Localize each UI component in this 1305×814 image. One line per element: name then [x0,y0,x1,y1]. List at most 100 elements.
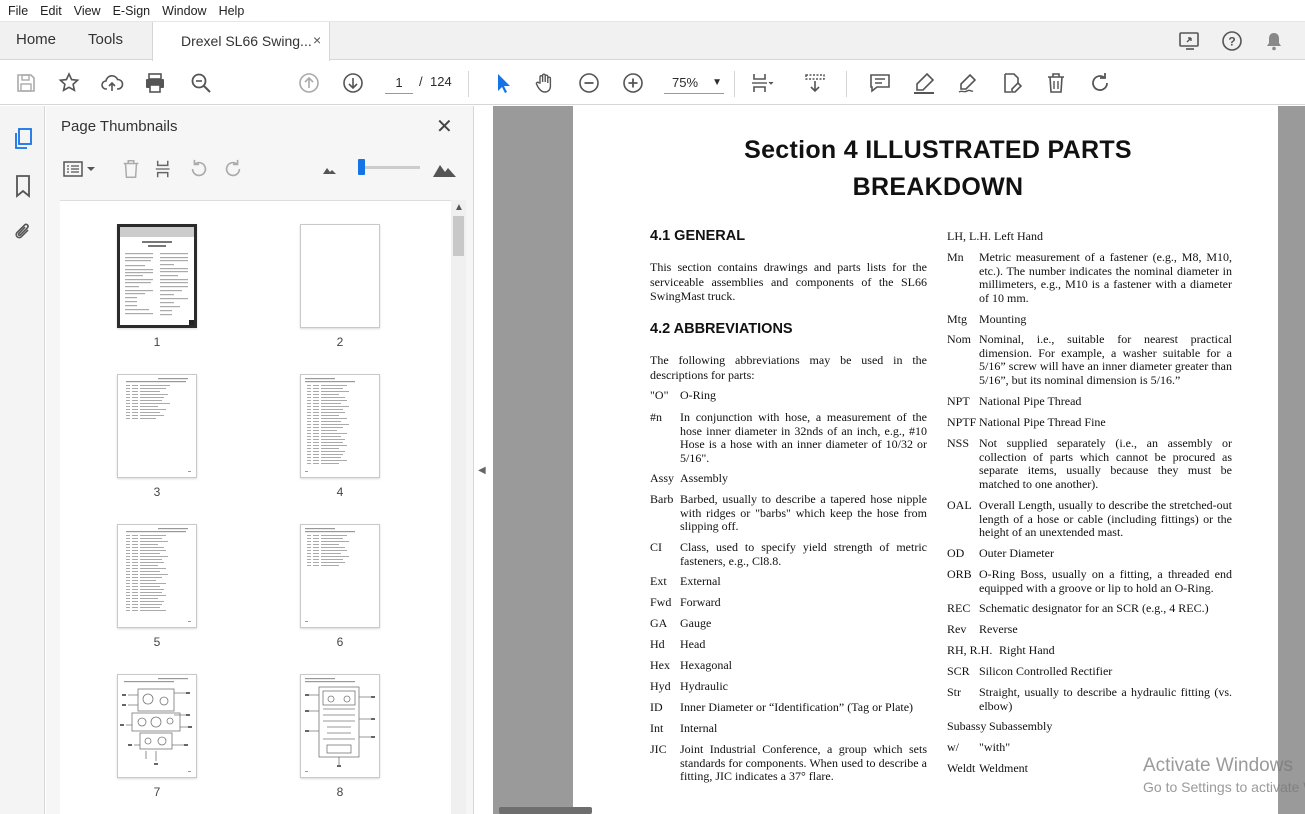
thumbnail-page-7[interactable] [117,674,197,778]
tab-home[interactable]: Home [16,31,56,48]
thumbnail-scrollbar[interactable]: ▲ [451,200,466,814]
zoom-level-value: 75% [672,75,699,90]
bookmarks-icon[interactable] [10,173,36,199]
notification-bell-icon[interactable] [1261,28,1287,54]
page-fit-icon[interactable] [748,69,776,97]
thumbnail-page-6[interactable] [300,524,380,628]
menu-window[interactable]: Window [162,4,206,18]
large-thumbnails-icon[interactable] [432,156,458,182]
menu-help[interactable]: Help [219,4,245,18]
menu-esign[interactable]: E-Sign [113,4,151,18]
thumbnail-options-icon[interactable] [60,156,100,182]
abbreviation-value: National Pipe Thread Fine [979,415,1106,429]
thumbnail-label: 5 [153,635,161,649]
thumbnail-size-slider-handle[interactable] [358,159,365,175]
abbreviation-key: LH, L.H. [947,229,991,243]
tab-document[interactable]: Drexel SL66 Swing... × [152,22,330,61]
abbreviation-value: National Pipe Thread [979,394,1082,408]
draw-sign-icon[interactable] [954,69,982,97]
abbreviation-key: Mn [947,250,964,264]
zoom-in-icon[interactable] [619,69,647,97]
attachments-icon[interactable] [10,219,36,245]
select-cursor-icon[interactable] [488,69,516,97]
abbreviation-value: Internal [680,721,718,735]
document-view[interactable]: Section 4 ILLUSTRATED PARTS BREAKDOWN 4.… [493,106,1305,814]
abbreviation-value: Barbed, usually to describe a tapered ho… [680,492,927,534]
panel-close-icon[interactable]: ✕ [436,114,453,139]
activate-windows-watermark: Activate Windows Go to Settings to activ… [1143,755,1305,795]
scrollbar-thumb[interactable] [453,216,464,256]
delete-page-icon[interactable] [118,156,144,182]
left-navigation-rail [0,106,45,814]
thumbnail-size-slider[interactable] [358,166,420,169]
abbreviation-key: Ext [650,574,667,588]
bookmark-star-icon[interactable] [55,69,83,97]
thumbnail-page-4[interactable] [300,374,380,478]
horizontal-scrollbar[interactable] [499,807,592,814]
cloud-upload-icon[interactable] [98,69,126,97]
abbreviation-key: Assy [650,471,675,485]
page-heading: Section 4 ILLUSTRATED PARTS BREAKDOWN [573,132,1303,206]
abbreviation-key: Hex [650,658,670,672]
delete-trash-icon[interactable] [1042,69,1070,97]
highlight-pen-icon[interactable] [910,69,938,97]
previous-page-icon[interactable] [295,69,323,97]
save-icon[interactable] [12,69,40,97]
help-icon[interactable]: ? [1219,28,1245,54]
zoom-out-icon[interactable] [575,69,603,97]
thumbnail-page-3[interactable] [117,374,197,478]
menu-view[interactable]: View [74,4,101,18]
abbreviation-key: Nom [947,332,971,346]
thumbnail-page-2[interactable] [300,224,380,328]
scroll-mode-icon[interactable] [801,69,829,97]
thumbnail-page-8[interactable] [300,674,380,778]
abbreviation-value: Outer Diameter [979,546,1054,560]
collapse-panel-icon[interactable]: ◀ [478,465,486,476]
page-number-input[interactable]: 1 [385,72,413,94]
hand-tool-icon[interactable] [531,69,559,97]
abbreviation-key: OD [947,546,965,560]
abbreviation-key: SCR [947,664,970,678]
thumbnail-label: 8 [336,785,344,799]
abbreviation-key: Barb [650,492,674,506]
thumbnail-page-1[interactable] [117,224,197,328]
abbreviation-key: ORB [947,567,972,581]
abbreviation-value: "with" [979,740,1011,754]
main-toolbar: 1 / 124 75% ▼ [0,61,1305,105]
abbreviation-value: Joint Industrial Conference, a group whi… [680,742,927,784]
menu-edit[interactable]: Edit [40,4,62,18]
comment-icon[interactable] [866,69,894,97]
watermark-line1: Activate Windows [1143,755,1293,776]
page-heading-line2: BREAKDOWN [852,173,1024,201]
abbreviation-key: JIC [650,742,667,756]
thumbnail-page-5[interactable] [117,524,197,628]
zoom-level-select[interactable]: 75% ▼ [664,72,724,94]
abbreviation-value: Assembly [680,471,728,485]
pdf-page: Section 4 ILLUSTRATED PARTS BREAKDOWN 4.… [573,106,1278,814]
abbreviation-value: Hydraulic [680,679,728,693]
print-icon[interactable] [141,69,169,97]
page-separator: / [419,74,423,89]
rotate-right-icon[interactable] [220,156,246,182]
fill-sign-icon[interactable] [998,69,1026,97]
page-thumbnails-icon[interactable] [10,126,36,152]
abbreviation-key: Weldt [947,761,976,775]
toolbar-divider [846,71,847,97]
rotate-redo-icon[interactable] [1086,69,1114,97]
svg-text:?: ? [1228,35,1235,49]
insert-page-icon[interactable] [152,156,178,182]
scroll-up-icon[interactable]: ▲ [454,202,464,213]
menu-file[interactable]: File [8,4,28,18]
panel-title: Page Thumbnails [61,118,178,135]
small-thumbnails-icon[interactable] [317,156,343,182]
page-thumbnails-panel: Page Thumbnails ✕ 1 2 3 4 5 6 7 8 ▲ [46,106,474,814]
abbreviation-value: Gauge [680,616,712,630]
abbreviation-value: Mounting [979,312,1027,326]
tab-tools[interactable]: Tools [88,31,123,48]
zoom-search-icon[interactable] [187,69,215,97]
tab-close-icon[interactable]: × [313,32,321,48]
share-screen-icon[interactable] [1177,28,1203,54]
abbreviation-key: Int [650,721,664,735]
rotate-left-icon[interactable] [186,156,212,182]
next-page-icon[interactable] [339,69,367,97]
